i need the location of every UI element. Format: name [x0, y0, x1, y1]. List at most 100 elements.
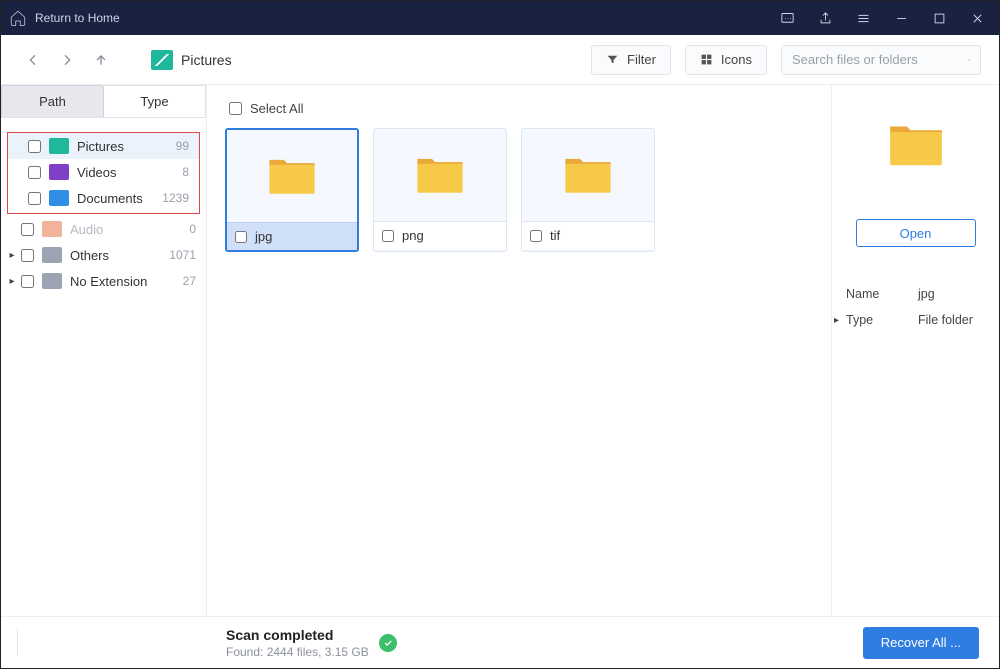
folder-thumb — [227, 130, 357, 222]
category-count: 1071 — [169, 248, 198, 262]
sidebar-item-documents[interactable]: Documents 1239 — [8, 185, 199, 211]
sidebar: Path Type Pictures 99 Videos 8 Documents 1239… — [1, 85, 207, 616]
category-label: Pictures — [77, 139, 172, 154]
detail-row-type: ▸TypeFile folder — [846, 307, 985, 333]
nav-forward-button[interactable] — [53, 46, 81, 74]
nav-up-button[interactable] — [87, 46, 115, 74]
details-panel: Open Namejpg▸TypeFile folder — [831, 85, 999, 616]
expand-arrow-icon[interactable]: ▸ — [834, 315, 846, 326]
sidebar-item-audio[interactable]: Audio 0 — [1, 216, 206, 242]
folder-name: png — [402, 228, 424, 243]
menu-icon[interactable] — [849, 4, 877, 32]
divider — [17, 629, 18, 656]
category-checkbox[interactable] — [21, 223, 34, 236]
folder-card-png[interactable]: png — [373, 128, 507, 252]
category-count: 27 — [183, 274, 198, 288]
home-icon — [9, 9, 27, 27]
return-home-button[interactable]: Return to Home — [9, 9, 120, 27]
filter-button[interactable]: Filter — [591, 45, 671, 75]
close-button[interactable] — [963, 4, 991, 32]
view-icons-label: Icons — [721, 52, 752, 67]
window-controls — [773, 4, 991, 32]
category-label: No Extension — [70, 274, 179, 289]
toolbar: Pictures Filter Icons — [1, 35, 999, 85]
detail-row-name: Namejpg — [846, 281, 985, 307]
file-listing: Select All jpg png tif — [207, 85, 831, 616]
detail-value: jpg — [918, 287, 935, 301]
category-icon — [49, 164, 69, 180]
folder-footer: tif — [522, 221, 654, 249]
titlebar: Return to Home — [1, 1, 999, 35]
status-subtitle: Found: 2444 files, 3.15 GB — [226, 645, 369, 659]
category-label: Others — [70, 248, 165, 263]
category-label: Audio — [70, 222, 185, 237]
category-icon — [42, 247, 62, 263]
category-icon — [49, 138, 69, 154]
sidebar-item-videos[interactable]: Videos 8 — [8, 159, 199, 185]
nav-back-button[interactable] — [19, 46, 47, 74]
content: Select All jpg png tif Open Namejpg▸TypeFi… — [207, 85, 999, 616]
view-icons-button[interactable]: Icons — [685, 45, 767, 75]
folder-checkbox[interactable] — [235, 231, 247, 243]
search-box[interactable] — [781, 45, 981, 75]
select-all-label: Select All — [250, 101, 303, 116]
filter-icon — [606, 53, 619, 66]
sidebar-item-pictures[interactable]: Pictures 99 — [8, 133, 199, 159]
category-checkbox[interactable] — [21, 249, 34, 262]
pictures-icon — [151, 50, 173, 70]
tab-type[interactable]: Type — [104, 85, 206, 117]
highlighted-group: Pictures 99 Videos 8 Documents 1239 — [7, 132, 200, 214]
breadcrumb: Pictures — [151, 50, 232, 70]
sidebar-item-no-extension[interactable]: ▸ No Extension 27 — [1, 268, 206, 294]
maximize-button[interactable] — [925, 4, 953, 32]
sidebar-item-others[interactable]: ▸ Others 1071 — [1, 242, 206, 268]
folder-thumb — [374, 129, 506, 221]
category-icon — [49, 190, 69, 206]
recover-all-button[interactable]: Recover All ... — [863, 627, 979, 659]
category-checkbox[interactable] — [28, 140, 41, 153]
folder-icon — [886, 121, 946, 169]
search-input[interactable] — [792, 52, 968, 67]
folder-name: jpg — [255, 229, 272, 244]
category-count: 0 — [189, 222, 198, 236]
share-icon[interactable] — [811, 4, 839, 32]
grid-icon — [700, 53, 713, 66]
category-checkbox[interactable] — [28, 166, 41, 179]
category-label: Videos — [77, 165, 178, 180]
main: Path Type Pictures 99 Videos 8 Documents 1239… — [1, 85, 999, 616]
expand-icon[interactable]: ▸ — [7, 250, 17, 261]
folder-thumb — [522, 129, 654, 221]
category-tree: Pictures 99 Videos 8 Documents 1239 Audio 0 ▸ Oth… — [1, 118, 206, 294]
status-title: Scan completed — [226, 627, 369, 643]
status-check-icon — [379, 634, 397, 652]
category-icon — [42, 273, 62, 289]
minimize-button[interactable] — [887, 4, 915, 32]
feedback-icon[interactable] — [773, 4, 801, 32]
select-all-checkbox[interactable] — [229, 102, 242, 115]
category-count: 8 — [182, 165, 191, 179]
folder-checkbox[interactable] — [530, 230, 542, 242]
folder-card-jpg[interactable]: jpg — [225, 128, 359, 252]
open-button[interactable]: Open — [856, 219, 976, 247]
category-icon — [42, 221, 62, 237]
select-all[interactable]: Select All — [229, 101, 813, 116]
status-bar: Scan completed Found: 2444 files, 3.15 G… — [1, 616, 999, 668]
return-home-label: Return to Home — [35, 11, 120, 25]
search-icon — [968, 52, 970, 68]
tab-path[interactable]: Path — [1, 85, 104, 117]
category-checkbox[interactable] — [28, 192, 41, 205]
expand-icon[interactable]: ▸ — [7, 276, 17, 287]
detail-value: File folder — [918, 313, 973, 327]
category-count: 1239 — [162, 191, 191, 205]
category-count: 99 — [176, 139, 191, 153]
category-checkbox[interactable] — [21, 275, 34, 288]
sidebar-tabs: Path Type — [1, 85, 206, 118]
folder-checkbox[interactable] — [382, 230, 394, 242]
detail-key: Type — [846, 313, 918, 327]
folder-card-tif[interactable]: tif — [521, 128, 655, 252]
category-label: Documents — [77, 191, 158, 206]
folder-name: tif — [550, 228, 560, 243]
filter-label: Filter — [627, 52, 656, 67]
folder-footer: jpg — [227, 222, 357, 250]
status-text: Scan completed Found: 2444 files, 3.15 G… — [226, 627, 369, 659]
